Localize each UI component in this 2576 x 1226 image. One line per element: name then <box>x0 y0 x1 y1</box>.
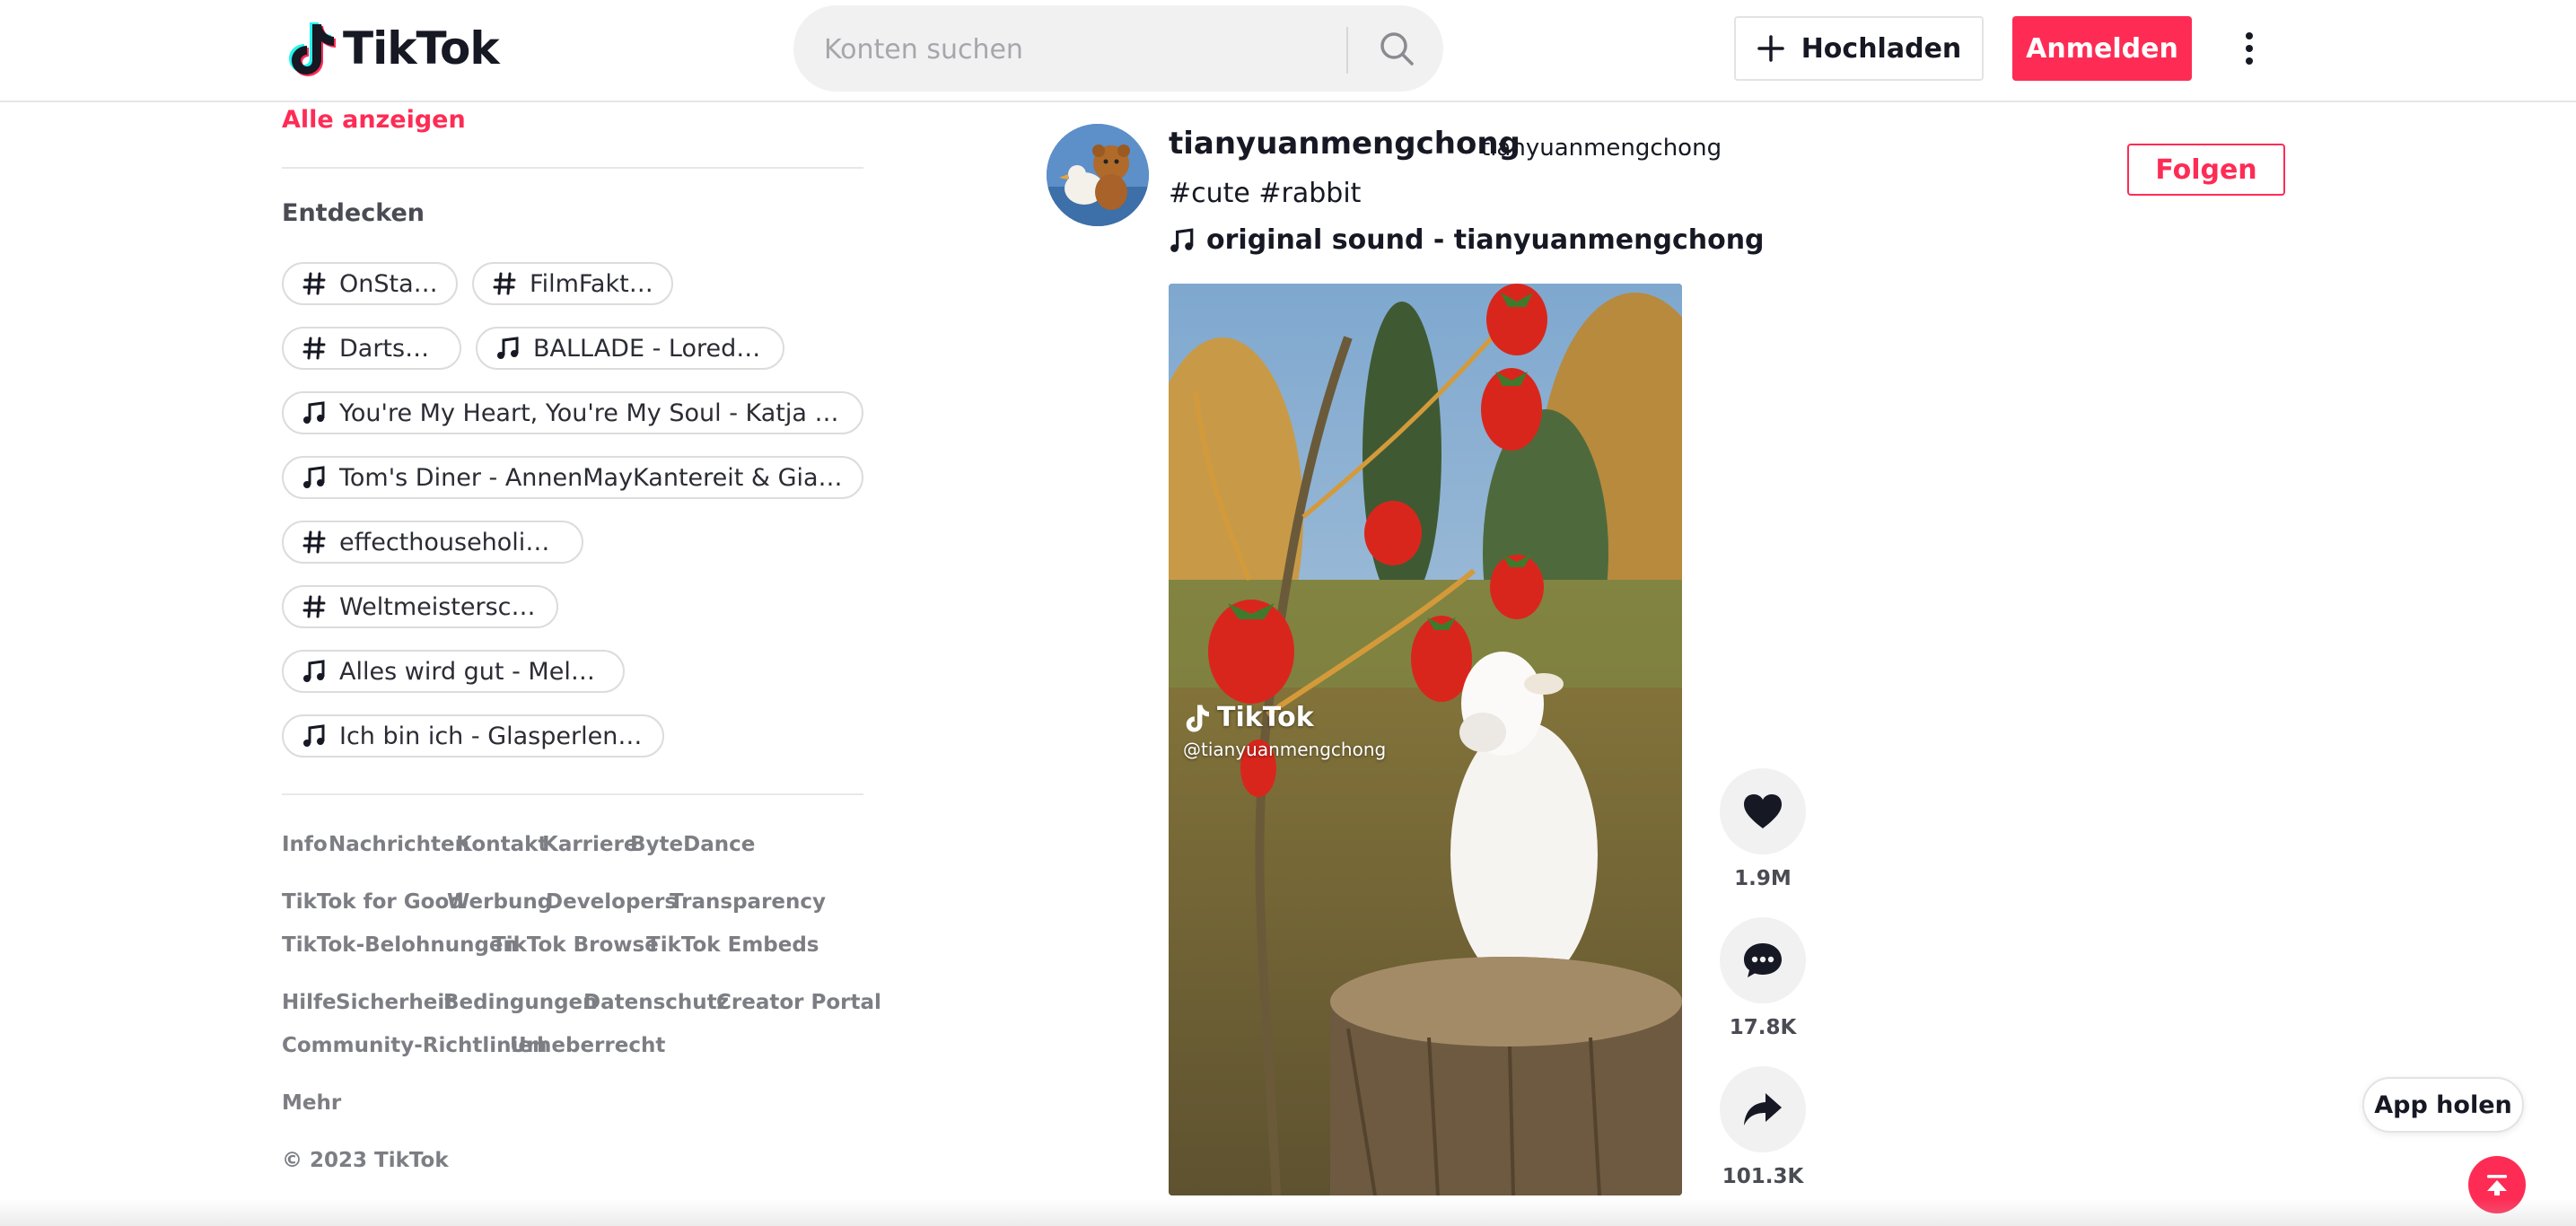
discover-chip[interactable]: OnStage <box>282 262 458 305</box>
chip-label: DartsWM <box>339 334 442 363</box>
top-nav: TikTok Hochladen Anmelden <box>0 0 2576 102</box>
music-note-icon <box>495 336 521 361</box>
plus-icon <box>1757 35 1784 62</box>
discover-chip[interactable]: Weltmeisterschaft <box>282 585 558 628</box>
music-label: original sound - tianyuanmengchong <box>1206 224 1765 256</box>
music-note-icon <box>1170 227 1194 252</box>
like-button[interactable] <box>1720 768 1806 854</box>
footer-link[interactable]: Sicherheit <box>336 991 454 1014</box>
bottom-shade <box>0 1199 2576 1226</box>
footer-link[interactable]: Kontakt <box>456 833 548 856</box>
sidebar-divider <box>282 793 863 795</box>
see-all-link[interactable]: Alle anzeigen <box>282 106 466 134</box>
avatar-image <box>1047 124 1149 226</box>
author-username[interactable]: tianyuanmengchong <box>1169 126 1520 162</box>
discover-chip[interactable]: FilmFakten <box>472 262 673 305</box>
more-menu-button[interactable] <box>2233 22 2265 75</box>
get-app-button[interactable]: App holen <box>2362 1077 2524 1133</box>
footer-link[interactable]: Werbung <box>447 890 552 914</box>
music-note-icon <box>302 723 327 749</box>
like-action: 1.9M <box>1718 768 1808 890</box>
footer-link[interactable]: TikTok Browse <box>492 933 659 957</box>
footer-more-link[interactable]: Mehr <box>282 1091 341 1115</box>
heart-icon <box>1744 794 1782 828</box>
footer-link[interactable]: Transparency <box>670 890 826 914</box>
video-watermark: TikTok @tianyuanmengchong <box>1183 702 1386 760</box>
arrow-up-icon <box>2487 1175 2507 1195</box>
hashtag-icon <box>302 594 327 619</box>
discover-chip[interactable]: DartsWM <box>282 327 461 370</box>
chip-label: You're My Heart, You're My Soul - Katja … <box>339 398 844 427</box>
footer-link[interactable]: Community-Richtlinien <box>282 1034 547 1057</box>
share-arrow-icon <box>1744 1093 1782 1125</box>
footer-link[interactable]: Datenschutz <box>583 991 729 1014</box>
sidebar-divider <box>282 167 863 169</box>
tiktok-watermark-icon <box>1186 705 1209 732</box>
chip-label: Weltmeisterschaft <box>339 592 539 621</box>
comment-button[interactable] <box>1720 917 1806 1003</box>
login-button[interactable]: Anmelden <box>2012 16 2192 81</box>
chip-label: effecthouseholidays <box>339 528 564 556</box>
footer-link[interactable]: Urheberrecht <box>510 1034 665 1057</box>
footer-link[interactable]: TikTok for Good <box>282 890 464 914</box>
footer-link[interactable]: Karriere <box>542 833 637 856</box>
comment-action: 17.8K <box>1718 917 1808 1039</box>
footer-link[interactable]: ByteDance <box>630 833 755 856</box>
discover-chip[interactable]: Tom's Diner - AnnenMayKantereit & Giant … <box>282 456 863 499</box>
discover-chip[interactable]: effecthouseholidays <box>282 521 583 564</box>
watermark-logo-text: TikTok <box>1217 702 1314 733</box>
footer-link[interactable]: Creator Portal <box>716 991 881 1014</box>
footer-link[interactable]: Nachrichten <box>329 833 469 856</box>
post-music[interactable]: original sound - tianyuanmengchong <box>1169 224 1765 256</box>
follow-button[interactable]: Folgen <box>2127 144 2285 196</box>
music-note-icon <box>302 465 327 490</box>
hashtag-icon <box>302 336 327 361</box>
chip-label: BALLADE - Loredana <box>533 334 765 363</box>
chip-label: Ich bin ich - Glasperlenspiel <box>339 722 644 750</box>
watermark-username: @tianyuanmengchong <box>1183 739 1387 760</box>
hashtag-icon <box>302 530 327 555</box>
copyright-text: © 2023 TikTok <box>282 1149 449 1172</box>
tiktok-logo-icon <box>289 22 336 76</box>
logo-text: TikTok <box>343 22 500 74</box>
footer-link[interactable]: Hilfe <box>282 991 337 1014</box>
music-note-icon <box>302 659 327 684</box>
author-avatar[interactable] <box>1047 124 1149 226</box>
search-divider <box>1346 27 1348 74</box>
discover-heading: Entdecken <box>282 199 425 227</box>
hashtag-icon <box>302 271 327 296</box>
footer-link[interactable]: Bedingungen <box>443 991 598 1014</box>
comment-icon <box>1744 943 1782 977</box>
footer-link[interactable]: Info <box>282 833 328 856</box>
chip-label: Alles wird gut - Melo614 <box>339 657 605 686</box>
chip-label: Tom's Diner - AnnenMayKantereit & Giant … <box>339 463 844 492</box>
share-action: 101.3K <box>1718 1066 1808 1188</box>
more-vertical-icon <box>2246 32 2253 65</box>
like-count: 1.9M <box>1734 867 1792 890</box>
tiktok-logo[interactable]: TikTok <box>285 20 500 77</box>
upload-button[interactable]: Hochladen <box>1734 16 1984 81</box>
footer-link[interactable]: Developers <box>546 890 677 914</box>
discover-chip[interactable]: Ich bin ich - Glasperlenspiel <box>282 714 664 757</box>
hashtag-icon <box>492 271 517 296</box>
share-button[interactable] <box>1720 1066 1806 1152</box>
music-note-icon <box>302 400 327 425</box>
discover-chip[interactable]: You're My Heart, You're My Soul - Katja … <box>282 391 863 434</box>
upload-label: Hochladen <box>1801 32 1962 65</box>
discover-chip[interactable]: Alles wird gut - Melo614 <box>282 650 625 693</box>
search-bar <box>793 5 1443 93</box>
author-nickname[interactable]: tianyuanmengchong <box>1481 135 1722 162</box>
video-player[interactable]: TikTok @tianyuanmengchong <box>1169 284 1682 1195</box>
search-icon <box>1380 32 1414 66</box>
search-input[interactable] <box>822 5 1221 93</box>
post-caption[interactable]: #cute #rabbit <box>1169 178 1361 209</box>
chip-label: FilmFakten <box>530 269 653 298</box>
comment-count: 17.8K <box>1729 1016 1797 1039</box>
footer-link[interactable]: TikTok-Belohnungen <box>282 933 518 957</box>
chip-label: OnStage <box>339 269 438 298</box>
discover-chip[interactable]: BALLADE - Loredana <box>476 327 784 370</box>
search-button[interactable] <box>1352 5 1441 92</box>
share-count: 101.3K <box>1722 1165 1804 1188</box>
footer-link[interactable]: TikTok Embeds <box>646 933 819 957</box>
